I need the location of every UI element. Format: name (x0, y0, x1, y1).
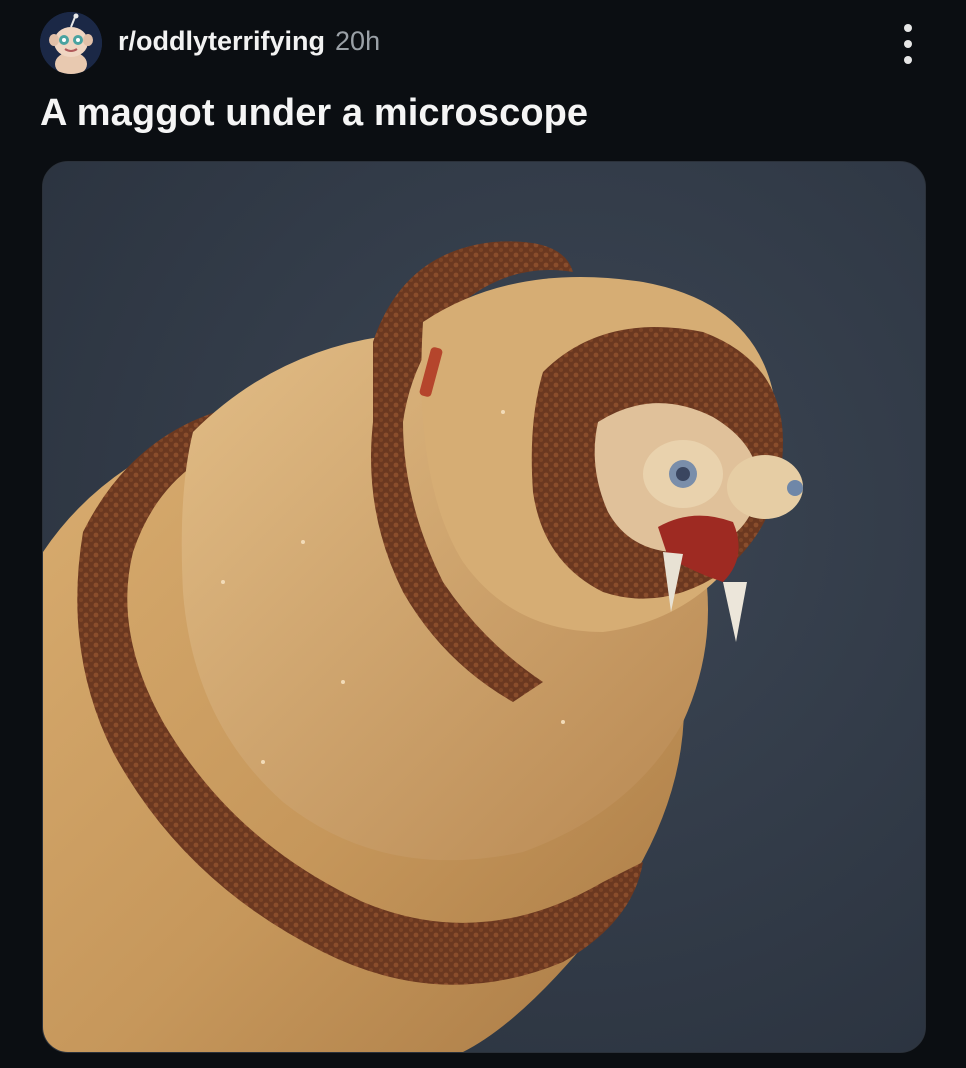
post-age: 20h (335, 25, 381, 56)
dot (904, 56, 912, 64)
post-image[interactable] (42, 161, 926, 1053)
dot (904, 40, 912, 48)
maggot-photo-illustration (43, 162, 925, 1052)
post-title[interactable]: A maggot under a microscope (40, 92, 588, 135)
post-meta: r/oddlyterrifying 20h (118, 26, 380, 57)
dot (904, 24, 912, 32)
subreddit-avatar-icon[interactable] (40, 12, 102, 74)
post-card: r/oddlyterrifying 20h A maggot under a m… (0, 0, 966, 1068)
subreddit-name-link[interactable]: r/oddlyterrifying (118, 26, 325, 57)
more-options-icon[interactable] (900, 24, 916, 64)
post-header: r/oddlyterrifying 20h (40, 12, 926, 74)
